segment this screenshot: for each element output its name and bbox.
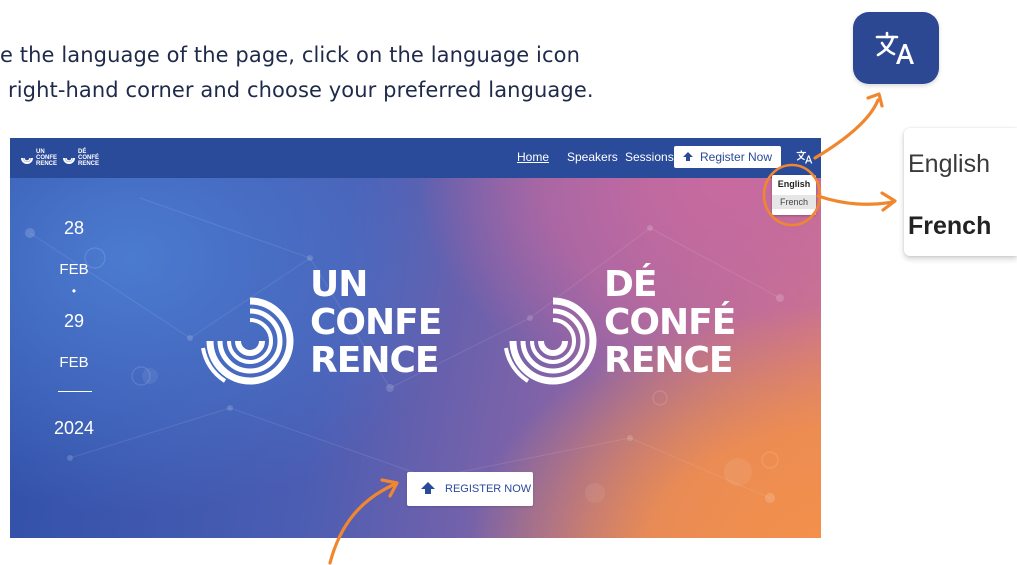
translate-icon (875, 31, 914, 64)
site-navbar: UN CONFE RENCE DÉ CONFÉ RENCE Home Speak… (10, 138, 821, 178)
date-year: 2024 (53, 418, 95, 438)
logo-en-line1: UN (310, 264, 368, 305)
dropdown-option-french[interactable]: French (772, 195, 816, 209)
logo-fr-line1: DÉ (604, 264, 657, 305)
conference-logo-text-en: UN CONFE RENCE (310, 264, 442, 381)
logo-en-line2: CONFE (310, 302, 442, 343)
logo-fr-line3: RENCE (604, 340, 733, 381)
hero-register-label: REGISTER NOW (445, 483, 532, 495)
logo-en-line3: RENCE (310, 340, 439, 381)
nav-translate-button[interactable] (796, 148, 814, 171)
arrow-head-menu (880, 191, 897, 212)
language-menu-zoom: English French (904, 128, 1017, 256)
ticket-icon (419, 480, 437, 499)
dropdown-option-english[interactable]: English (772, 179, 816, 189)
arrow-to-translate-icon (813, 98, 880, 160)
language-option-french[interactable]: French (908, 212, 991, 241)
date-separator: • (71, 284, 77, 298)
website-screenshot: UN CONFE RENCE DÉ CONFÉ RENCE Home Speak… (10, 138, 821, 538)
date-month-end: FEB (59, 354, 89, 371)
mini-logo-mark-icon (63, 157, 75, 164)
conference-logo-mark-fr (504, 297, 597, 385)
nav-sessions-link[interactable]: Sessions (625, 150, 674, 164)
instruction-line-2: right-hand corner and choose your prefer… (8, 78, 594, 102)
language-option-english[interactable]: English (908, 150, 990, 179)
mini-logo-en[interactable]: UN CONFE RENCE (20, 149, 57, 167)
arrow-to-language-menu (816, 194, 895, 206)
nav-home-link[interactable]: Home (517, 150, 549, 164)
nav-register-label: Register Now (700, 150, 773, 164)
conference-logo-text-fr: DÉ CONFÉ RENCE (604, 264, 736, 381)
language-dropdown: English French (772, 175, 816, 215)
nav-speakers-link[interactable]: Speakers (567, 150, 618, 164)
translate-icon (796, 150, 813, 164)
nav-register-button[interactable]: Register Now (674, 146, 781, 168)
logo-fr-line2: CONFÉ (604, 302, 736, 343)
mini-logo-mark-icon (21, 157, 33, 164)
date-day-end: 29 (63, 311, 85, 331)
mini-logo-fr-line3: RENCE (78, 161, 100, 167)
arrow-head-translate (866, 92, 884, 108)
hero-register-button[interactable]: REGISTER NOW (407, 472, 533, 506)
mini-logo-fr[interactable]: DÉ CONFÉ RENCE (62, 149, 99, 167)
instruction-text: e the language of the page, click on the… (0, 38, 860, 108)
ticket-icon (682, 150, 694, 165)
date-day-start: 28 (63, 218, 85, 238)
date-month-start: FEB (59, 261, 89, 278)
translate-icon-callout (853, 12, 939, 84)
date-divider (58, 391, 92, 392)
instruction-line-1: e the language of the page, click on the… (0, 43, 580, 67)
conference-logo-mark-en (201, 297, 294, 385)
mini-logo-en-line3: RENCE (36, 161, 58, 167)
